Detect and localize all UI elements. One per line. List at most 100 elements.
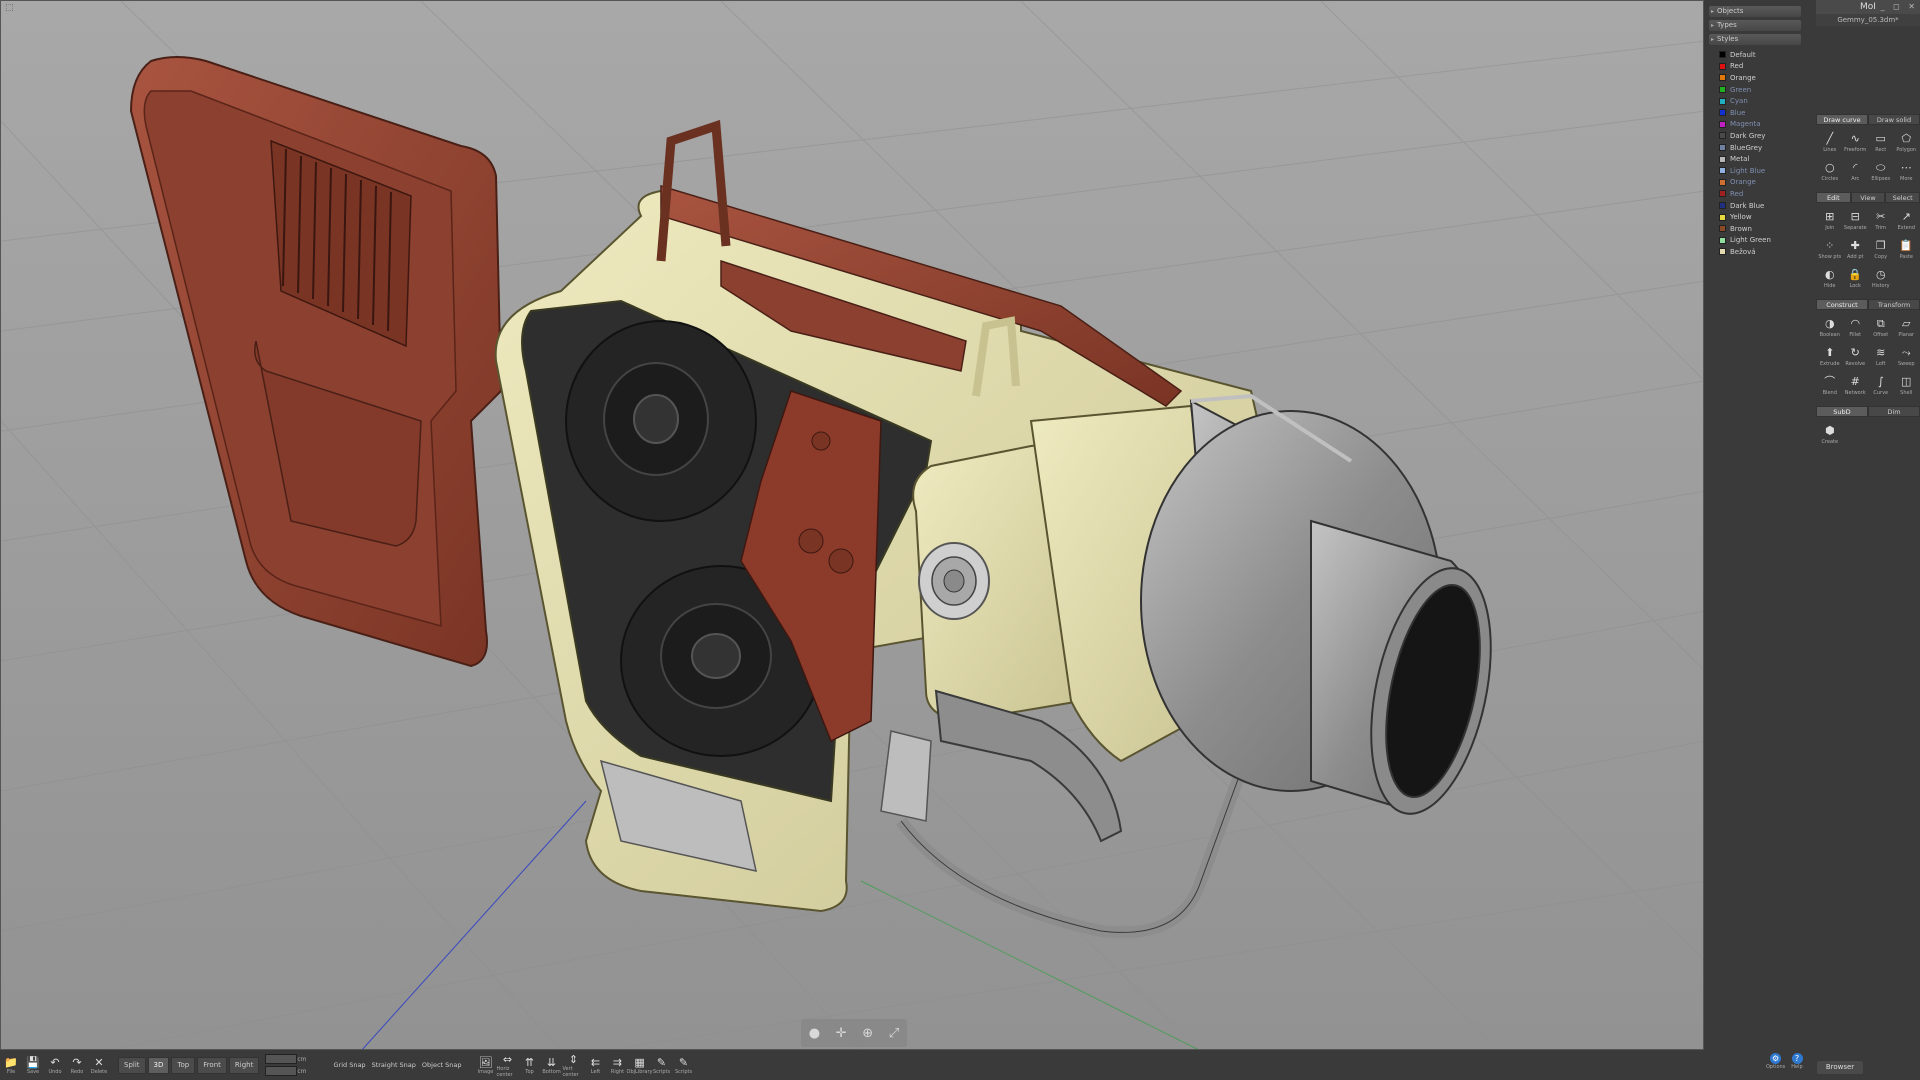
color-swatch[interactable] (1719, 236, 1726, 244)
style-item[interactable]: Red (1709, 188, 1801, 200)
view-top[interactable]: Top (171, 1056, 196, 1074)
color-swatch[interactable] (1719, 178, 1726, 186)
style-item[interactable]: Orange (1709, 177, 1801, 189)
style-item[interactable]: Red (1709, 61, 1801, 73)
color-swatch[interactable] (1719, 190, 1726, 198)
color-swatch[interactable] (1719, 86, 1726, 94)
tab-select[interactable]: Select (1885, 192, 1920, 203)
button-undo[interactable]: ↶ Undo (44, 1051, 66, 1079)
color-swatch[interactable] (1719, 225, 1726, 233)
tool-lock[interactable]: 🔒 Lock (1843, 264, 1869, 293)
tab-construct[interactable]: Construct (1816, 299, 1868, 310)
tab-transform[interactable]: Transform (1868, 299, 1920, 310)
button-file[interactable]: 📁 File (0, 1051, 22, 1079)
nav-zoom-icon[interactable]: ⊕ (862, 1026, 873, 1041)
tool-loft[interactable]: ≋ Loft (1868, 342, 1894, 371)
style-item[interactable]: Light Green (1709, 235, 1801, 247)
view-front[interactable]: Front (197, 1056, 227, 1074)
tool-more[interactable]: ⋯ More (1894, 157, 1920, 186)
options-button[interactable]: ⚙ Options (1766, 1053, 1785, 1070)
tool-extrude[interactable]: ⬆ Extrude (1817, 342, 1843, 371)
tool-copy[interactable]: ❐ Copy (1868, 235, 1894, 264)
viewport-navigation[interactable]: ● ✛ ⊕ ⤢ (801, 1019, 907, 1047)
nav-dot-icon[interactable]: ● (809, 1026, 820, 1041)
3d-viewport[interactable]: ⬚ ● ✛ ⊕ ⤢ (0, 0, 1704, 1050)
tool-boolean[interactable]: ◑ Boolean (1817, 313, 1843, 342)
tool-show-pts[interactable]: ⁘ Show pts (1817, 235, 1843, 264)
tool-separate[interactable]: ⊟ Separate (1843, 206, 1869, 235)
tool-history[interactable]: ◷ History (1868, 264, 1894, 293)
section-header-objects[interactable]: ▸ Objects (1709, 6, 1801, 17)
color-swatch[interactable] (1719, 167, 1726, 175)
tool-sweep[interactable]: ⤳ Sweep (1894, 342, 1920, 371)
style-item[interactable]: Dark Grey (1709, 130, 1801, 142)
style-item[interactable]: Default (1709, 49, 1801, 61)
window-controls[interactable]: _ ◻ ✕ (1881, 0, 1918, 14)
button-bottom[interactable]: ⇊ Bottom (541, 1051, 563, 1079)
help-button[interactable]: ? Help (1791, 1053, 1803, 1070)
button-delete[interactable]: ✕ Delete (88, 1051, 110, 1079)
button-left[interactable]: ⇇ Left (585, 1051, 607, 1079)
tool-hide[interactable]: ◐ Hide (1817, 264, 1843, 293)
nav-pan-icon[interactable]: ✛ (836, 1026, 847, 1041)
grid-y-input[interactable] (265, 1066, 298, 1076)
style-item[interactable]: Orange (1709, 72, 1801, 84)
tab-view[interactable]: View (1850, 192, 1886, 203)
button-scripts[interactable]: ✎ Scripts (651, 1051, 673, 1079)
color-swatch[interactable] (1719, 109, 1726, 117)
section-header-styles[interactable]: ▸ Styles (1709, 34, 1801, 45)
tool-revolve[interactable]: ↻ Revolve (1843, 342, 1869, 371)
nav-reset-icon[interactable]: ⤢ (889, 1026, 899, 1041)
view-split[interactable]: Split (118, 1056, 146, 1074)
tool-circles[interactable]: ○ Circles (1817, 157, 1843, 186)
tool-freeform[interactable]: ∿ Freeform (1843, 128, 1869, 157)
button-horiz-center[interactable]: ⇔ Horiz center (497, 1051, 519, 1079)
color-swatch[interactable] (1719, 97, 1726, 105)
style-item[interactable]: Yellow (1709, 211, 1801, 223)
tool-trim[interactable]: ✂ Trim (1868, 206, 1894, 235)
tab-dim[interactable]: Dim (1868, 406, 1920, 417)
tool-planar[interactable]: ▱ Planar (1894, 313, 1920, 342)
button-objlibrary[interactable]: ▦ ObjLibrary (627, 1051, 653, 1079)
section-header-types[interactable]: ▸ Types (1709, 20, 1801, 31)
tool-shell[interactable]: ◫ Shell (1894, 371, 1920, 400)
color-swatch[interactable] (1719, 202, 1726, 210)
button-top[interactable]: ⇈ Top (519, 1051, 541, 1079)
view-3d[interactable]: 3D (147, 1056, 170, 1074)
button-image[interactable]: 🖼 Image (475, 1051, 497, 1079)
tool-add-pt[interactable]: ✚ Add pt (1843, 235, 1869, 264)
grid-size-field[interactable]: cm cm (265, 1053, 307, 1077)
view-right[interactable]: Right (228, 1056, 260, 1074)
color-swatch[interactable] (1719, 155, 1726, 163)
style-item[interactable]: Light Blue (1709, 165, 1801, 177)
snap-object-snap[interactable]: Object Snap (422, 1061, 462, 1069)
style-item[interactable]: Green (1709, 84, 1801, 96)
tool-offset[interactable]: ⧉ Offset (1868, 313, 1894, 342)
style-item[interactable]: Metal (1709, 153, 1801, 165)
color-swatch[interactable] (1719, 62, 1726, 70)
tab-draw-curve[interactable]: Draw curve (1816, 114, 1868, 125)
button-redo[interactable]: ↷ Redo (66, 1051, 88, 1079)
tab-draw-solid[interactable]: Draw solid (1868, 114, 1920, 125)
color-swatch[interactable] (1719, 144, 1726, 152)
tab-edit[interactable]: Edit (1816, 192, 1851, 203)
style-item[interactable]: Dark Blue (1709, 200, 1801, 212)
color-swatch[interactable] (1719, 74, 1726, 82)
tool-create[interactable]: ⬢ Create (1817, 420, 1843, 449)
button-scripts[interactable]: ✎ Scripts (673, 1051, 695, 1079)
button-vert-center[interactable]: ⇕ Vert center (563, 1051, 585, 1079)
grid-x-input[interactable] (265, 1054, 298, 1064)
color-swatch[interactable] (1719, 51, 1726, 59)
tool-lines[interactable]: ╱ Lines (1817, 128, 1843, 157)
style-item[interactable]: Magenta (1709, 119, 1801, 131)
color-swatch[interactable] (1719, 248, 1726, 256)
tool-curve[interactable]: ∫ Curve (1868, 371, 1894, 400)
button-save[interactable]: 💾 Save (22, 1051, 44, 1079)
style-item[interactable]: Brown (1709, 223, 1801, 235)
tab-subd[interactable]: SubD (1816, 406, 1868, 417)
tool-fillet[interactable]: ◠ Fillet (1843, 313, 1869, 342)
style-item[interactable]: Bežová (1709, 246, 1801, 258)
tool-network[interactable]: # Network (1843, 371, 1869, 400)
color-swatch[interactable] (1719, 213, 1726, 221)
tool-polygon[interactable]: ⬠ Polygon (1894, 128, 1920, 157)
